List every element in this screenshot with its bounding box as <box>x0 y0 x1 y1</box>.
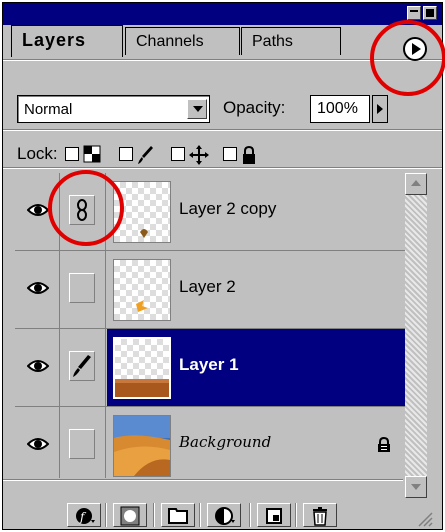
visibility-toggle[interactable] <box>15 251 60 328</box>
blend-mode-value: Normal <box>24 101 73 118</box>
opacity-label: Opacity: <box>223 98 286 117</box>
layer-row[interactable]: Layer 2 copy <box>15 173 405 251</box>
tab-paths-label: Paths <box>252 33 293 50</box>
separator <box>295 503 297 527</box>
visibility-toggle[interactable] <box>15 407 60 478</box>
layer-row[interactable]: Background <box>15 407 405 478</box>
divider <box>3 479 403 481</box>
layer-mask-button[interactable] <box>113 503 147 527</box>
scroll-up-button[interactable] <box>405 173 427 195</box>
layer-style-icon: f <box>76 508 95 524</box>
brush-icon <box>73 355 91 377</box>
layer-name-area[interactable]: Layer 1 <box>107 329 405 406</box>
lock-position-checkbox[interactable] <box>171 147 185 161</box>
separator <box>153 503 155 527</box>
lock-icon <box>243 145 255 164</box>
folder-icon <box>168 508 188 524</box>
divider <box>3 129 442 131</box>
chain-link-icon <box>77 199 87 221</box>
play-arrow-icon <box>412 43 421 55</box>
layer-row-selected[interactable]: Layer 1 <box>15 329 405 407</box>
tab-layers[interactable]: Layers <box>11 25 123 57</box>
layer-name: Layer 1 <box>179 355 239 374</box>
tab-channels-label: Channels <box>136 33 204 50</box>
delete-layer-button[interactable] <box>303 503 337 527</box>
layer-name: Layer 2 copy <box>179 199 277 218</box>
layer-thumbnail <box>113 181 171 243</box>
vertical-scrollbar[interactable] <box>405 173 427 498</box>
close-button[interactable] <box>423 6 437 20</box>
new-layer-set-button[interactable] <box>161 503 195 527</box>
layers-list: Layer 2 copy Layer 2 Layer 1 Background <box>15 173 405 478</box>
lock-row: Lock: <box>17 143 437 165</box>
opacity-value: 100% <box>317 100 358 117</box>
link-toggle[interactable] <box>59 407 106 478</box>
separator <box>199 503 201 527</box>
lock-label: Lock: <box>17 144 58 163</box>
lock-icon <box>378 437 390 452</box>
layer-name-area[interactable]: Layer 2 <box>107 251 405 328</box>
blend-mode-select[interactable]: Normal <box>17 95 210 123</box>
layer-thumbnail <box>113 259 171 321</box>
layer-thumbnail <box>113 415 171 477</box>
layer-name-area[interactable]: Layer 2 copy <box>107 173 405 250</box>
tabs-divider <box>3 59 442 61</box>
new-layer-icon <box>266 508 282 524</box>
transparency-icon <box>83 145 101 163</box>
separator <box>105 503 107 527</box>
visibility-toggle[interactable] <box>15 173 60 250</box>
link-box <box>69 195 95 225</box>
eye-icon <box>27 360 49 372</box>
palette-title-bar[interactable] <box>3 3 442 25</box>
opacity-slider-button[interactable] <box>372 95 388 123</box>
layer-name: Background <box>179 433 272 451</box>
opacity-input[interactable]: 100% <box>310 95 370 123</box>
link-toggle[interactable] <box>59 329 106 406</box>
divider <box>3 167 442 169</box>
new-layer-button[interactable] <box>257 503 291 527</box>
mask-icon <box>120 506 140 526</box>
lock-image-checkbox[interactable] <box>119 147 133 161</box>
lock-all-checkbox[interactable] <box>223 147 237 161</box>
tab-layers-label: Layers <box>22 30 87 50</box>
brush-icon <box>138 146 153 164</box>
link-toggle[interactable] <box>59 173 106 250</box>
separator <box>249 503 251 527</box>
minimize-button[interactable] <box>407 6 421 20</box>
lock-transparency-checkbox[interactable] <box>65 147 79 161</box>
eye-icon <box>27 204 49 216</box>
chevron-down-icon[interactable] <box>187 99 207 119</box>
link-box <box>69 429 95 459</box>
tab-paths[interactable]: Paths <box>241 27 341 55</box>
bottom-toolbar: f <box>3 501 442 529</box>
layer-thumbnail <box>113 337 171 399</box>
link-box <box>69 273 95 303</box>
link-box <box>69 351 95 381</box>
palette-menu-button[interactable] <box>403 37 427 61</box>
trash-icon <box>313 507 327 526</box>
layer-name: Layer 2 <box>179 277 236 296</box>
layer-style-button[interactable]: f <box>67 503 101 527</box>
link-toggle[interactable] <box>59 251 106 328</box>
move-icon <box>189 145 209 165</box>
layer-name-area[interactable]: Background <box>107 407 405 478</box>
adjustment-icon <box>215 507 235 525</box>
scroll-down-button[interactable] <box>405 476 427 498</box>
eye-icon <box>27 438 49 450</box>
adjustment-layer-button[interactable] <box>207 503 241 527</box>
layers-palette: Layers Channels Paths Normal Opacity: 10… <box>2 2 443 530</box>
resize-grip-icon[interactable] <box>413 507 433 527</box>
tab-channels[interactable]: Channels <box>125 27 240 55</box>
eye-icon <box>27 282 49 294</box>
layer-row[interactable]: Layer 2 <box>15 251 405 329</box>
visibility-toggle[interactable] <box>15 329 60 406</box>
